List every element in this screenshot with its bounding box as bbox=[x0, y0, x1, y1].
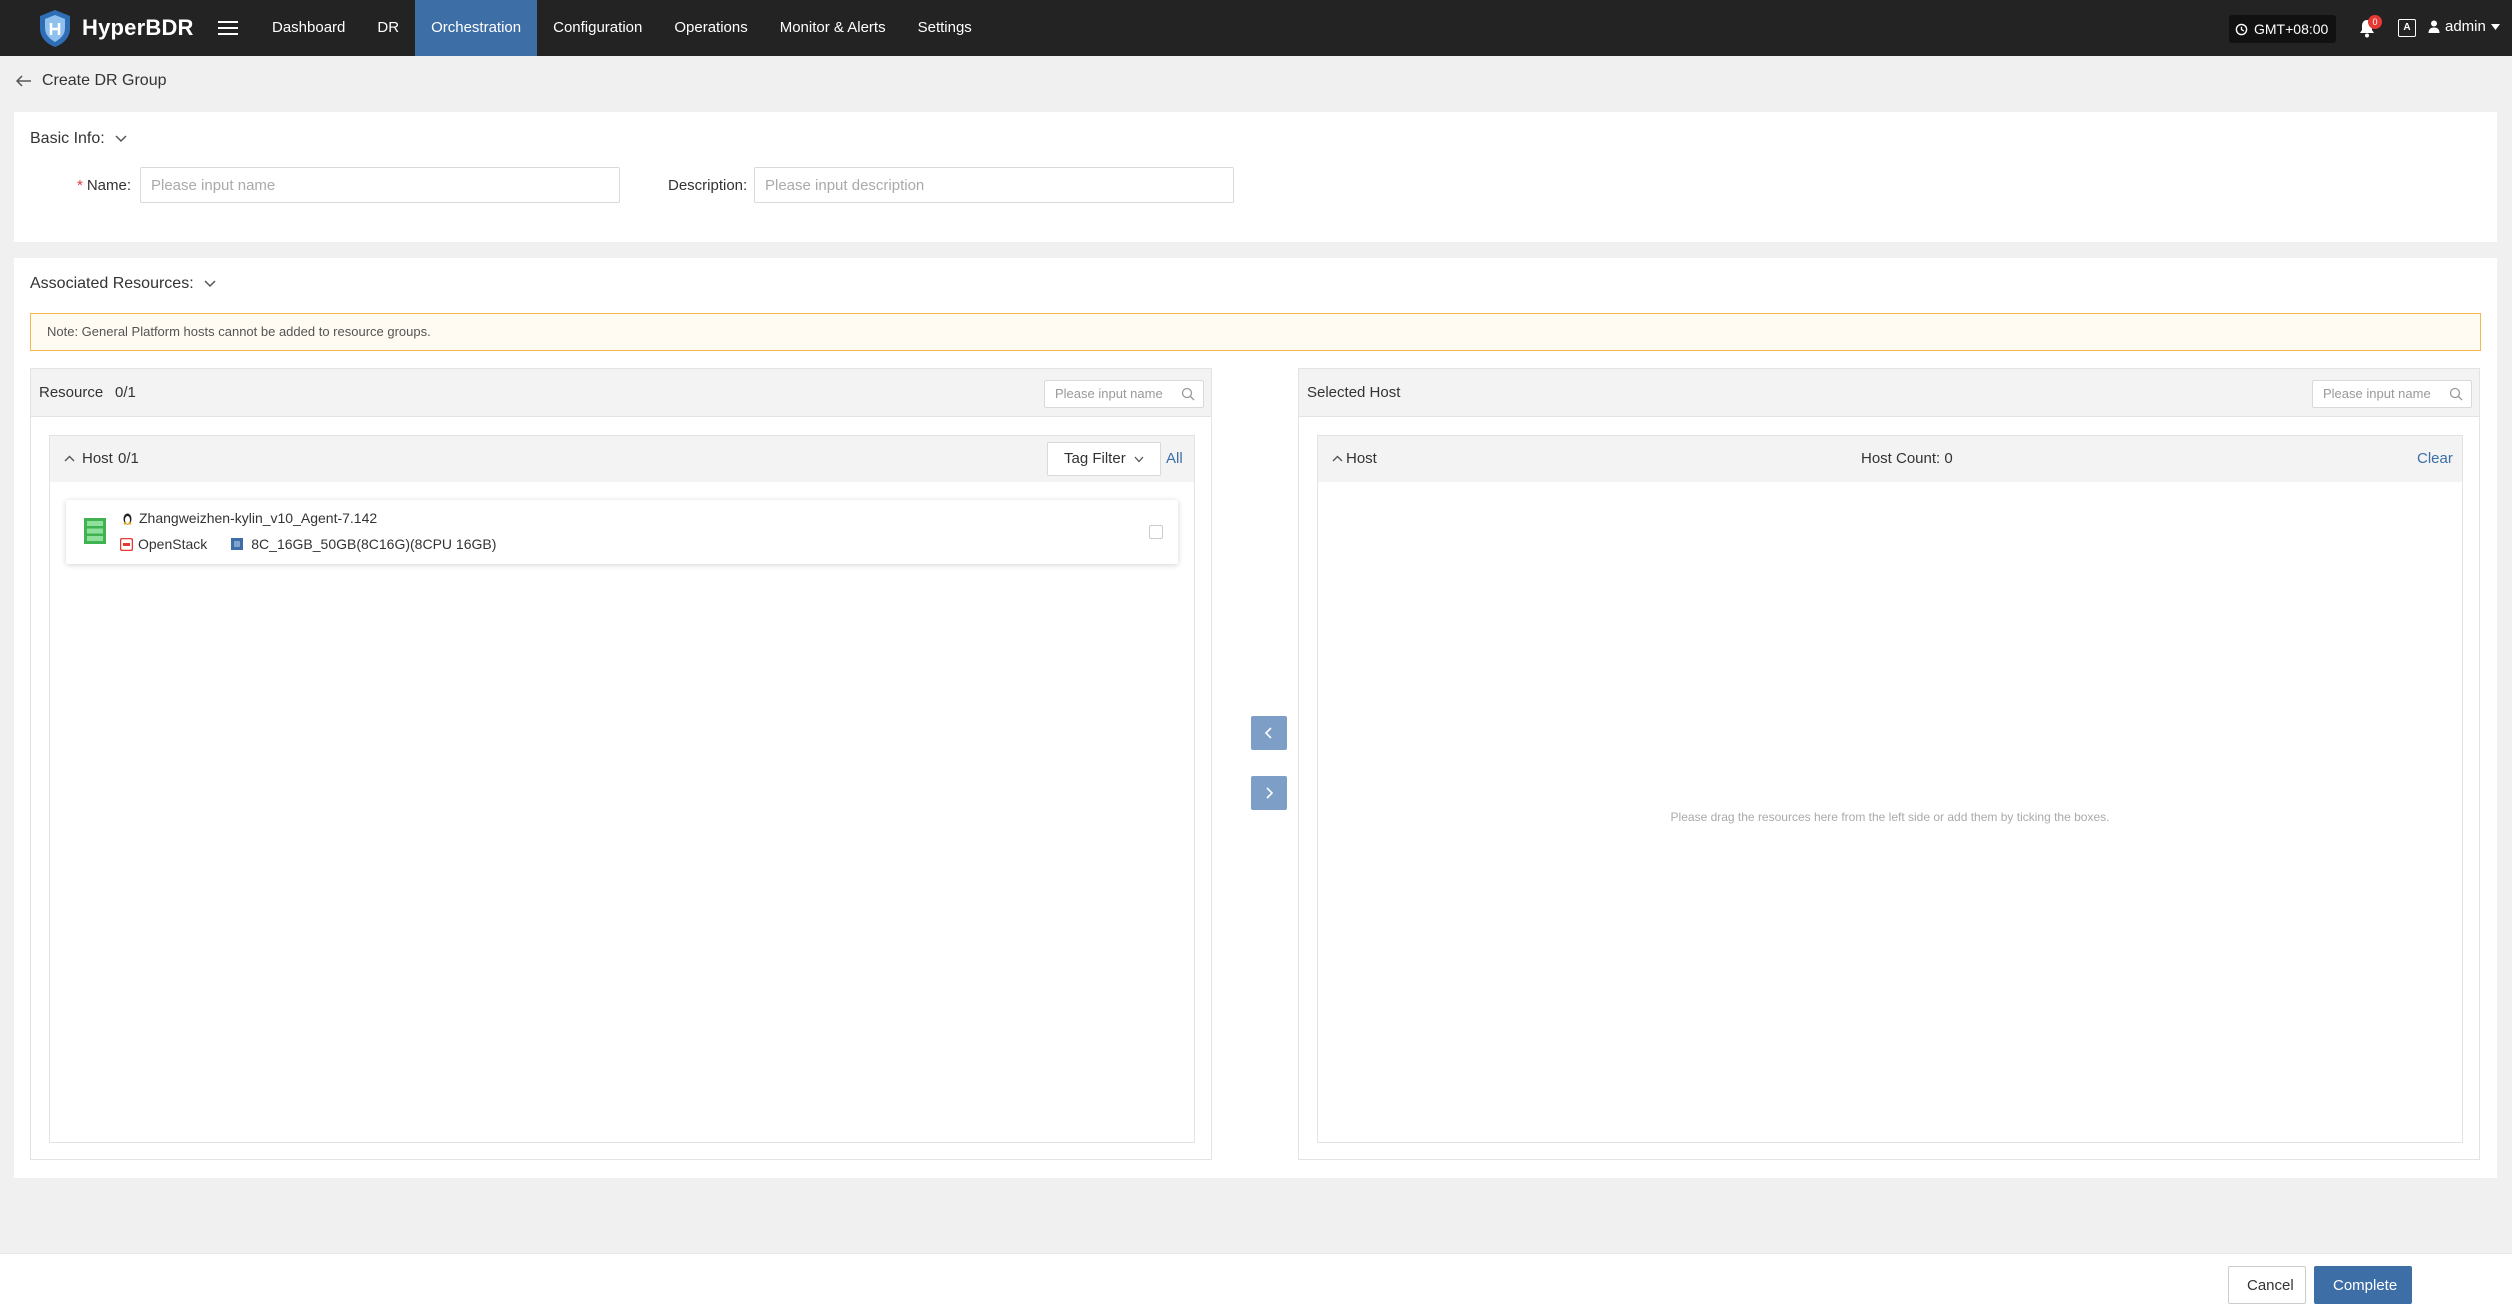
basic-info-toggle[interactable]: Basic Info: bbox=[30, 130, 127, 148]
host-select-checkbox[interactable] bbox=[1149, 525, 1163, 539]
chevron-down-icon bbox=[1134, 456, 1144, 463]
chevron-left-icon bbox=[1264, 727, 1272, 739]
notification-count-badge: 0 bbox=[2368, 15, 2382, 29]
nav-monitor-alerts[interactable]: Monitor & Alerts bbox=[764, 0, 902, 56]
user-icon bbox=[2428, 20, 2440, 33]
clear-link[interactable]: Clear bbox=[2417, 450, 2453, 467]
description-field-label: Description: bbox=[668, 177, 748, 194]
resource-count: 0/1 bbox=[115, 384, 136, 401]
server-icon bbox=[84, 518, 106, 544]
host-group-right: Host Host Count: 0 Clear Please drag the… bbox=[1317, 435, 2463, 1143]
selected-group-title: Host bbox=[1346, 450, 1377, 467]
name-input[interactable] bbox=[140, 167, 620, 203]
user-name: admin bbox=[2445, 18, 2486, 35]
host-flavor: 8C_16GB_50GB(8C16G)(8CPU 16GB) bbox=[251, 536, 497, 552]
linux-penguin-icon bbox=[123, 513, 132, 525]
language-switch-icon[interactable]: A bbox=[2398, 19, 2416, 37]
associated-resources-panel: Associated Resources: Note: General Plat… bbox=[14, 258, 2497, 1178]
tag-filter-dropdown[interactable]: Tag Filter bbox=[1047, 442, 1161, 476]
resource-list-header: Resource 0/1 Please input name bbox=[31, 369, 1211, 417]
caret-down-icon bbox=[2490, 23, 2500, 30]
main-nav: Dashboard DR Orchestration Configuration… bbox=[256, 0, 988, 56]
cancel-button[interactable]: Cancel bbox=[2228, 1266, 2306, 1304]
platform-note-banner: Note: General Platform hosts cannot be a… bbox=[30, 313, 2481, 351]
chevron-right-icon bbox=[1266, 787, 1274, 799]
description-input[interactable] bbox=[754, 167, 1234, 203]
complete-button[interactable]: Complete bbox=[2314, 1266, 2412, 1304]
host-count: Host Count: 0 bbox=[1861, 450, 1953, 467]
empty-state-hint: Please drag the resources here from the … bbox=[1670, 810, 2110, 824]
clock-icon bbox=[2235, 23, 2248, 35]
timezone-indicator[interactable]: GMT+08:00 bbox=[2229, 15, 2337, 43]
basic-info-title: Basic Info: bbox=[30, 130, 105, 147]
nav-orchestration[interactable]: Orchestration bbox=[415, 0, 538, 56]
name-field-label: * Name: bbox=[77, 177, 132, 194]
host-card[interactable]: Zhangweizhen-kylin_v10_Agent-7.142 OpenS… bbox=[66, 500, 1178, 564]
associated-resources-title: Associated Resources: bbox=[30, 275, 194, 292]
host-name: Zhangweizhen-kylin_v10_Agent-7.142 bbox=[139, 510, 378, 526]
arrow-left-icon bbox=[16, 75, 31, 87]
chevron-down-icon bbox=[115, 135, 127, 143]
host-group-title: Host bbox=[82, 450, 113, 467]
search-icon bbox=[2449, 387, 2463, 401]
move-right-button[interactable] bbox=[1251, 776, 1287, 810]
footer-bar: Cancel Complete bbox=[0, 1253, 2512, 1314]
selected-host-header: Selected Host Please input name bbox=[1299, 369, 2479, 417]
menu-toggle-icon[interactable] bbox=[218, 17, 238, 39]
move-left-button[interactable] bbox=[1251, 716, 1287, 750]
basic-info-panel: Basic Info: *Name: Description: bbox=[14, 112, 2497, 242]
user-menu[interactable]: admin bbox=[2428, 18, 2500, 35]
all-filter-link[interactable]: All bbox=[1166, 450, 1183, 467]
nav-dashboard[interactable]: Dashboard bbox=[256, 0, 361, 56]
chevron-down-icon bbox=[204, 280, 216, 288]
host-group-left: Host 0/1 Tag Filter All Zhangweizhen-kyl… bbox=[49, 435, 1195, 1143]
hyperbdr-logo-icon bbox=[40, 10, 70, 47]
host-group-right-header: Host Host Count: 0 Clear bbox=[1318, 436, 2462, 482]
resource-title: Resource bbox=[39, 384, 104, 401]
resource-list-box: Resource 0/1 Please input name Host 0/1 … bbox=[30, 368, 1212, 1160]
selected-host-title: Selected Host bbox=[1307, 384, 1401, 401]
nav-configuration[interactable]: Configuration bbox=[537, 0, 658, 56]
host-meta: OpenStack 8C_16GB_50GB(8C16G)(8CPU 16GB) bbox=[120, 536, 496, 552]
selected-search-input[interactable]: Please input name bbox=[2312, 380, 2472, 408]
required-marker: * bbox=[77, 177, 83, 194]
timezone-label: GMT+08:00 bbox=[2254, 21, 2329, 37]
nav-operations[interactable]: Operations bbox=[658, 0, 763, 56]
back-link[interactable]: Create DR Group bbox=[16, 72, 167, 90]
brand-name: HyperBDR bbox=[82, 15, 194, 40]
nav-settings[interactable]: Settings bbox=[902, 0, 988, 56]
host-group-count: 0/1 bbox=[118, 450, 139, 467]
associated-resources-toggle[interactable]: Associated Resources: bbox=[30, 275, 216, 293]
nav-dr[interactable]: DR bbox=[361, 0, 415, 56]
host-group-left-header: Host 0/1 Tag Filter All bbox=[50, 436, 1194, 482]
chevron-up-icon[interactable] bbox=[64, 455, 75, 462]
cpu-flavor-icon bbox=[231, 538, 244, 550]
search-icon bbox=[1181, 387, 1195, 401]
openstack-icon bbox=[120, 537, 133, 551]
chevron-up-icon[interactable] bbox=[1332, 455, 1343, 462]
selected-host-box: Selected Host Please input name Host Hos… bbox=[1298, 368, 2480, 1160]
page-title: Create DR Group bbox=[42, 72, 167, 89]
host-platform: OpenStack bbox=[138, 536, 208, 552]
resource-search-input[interactable]: Please input name bbox=[1044, 380, 1204, 408]
top-navbar: HyperBDR Dashboard DR Orchestration Conf… bbox=[0, 0, 2512, 56]
